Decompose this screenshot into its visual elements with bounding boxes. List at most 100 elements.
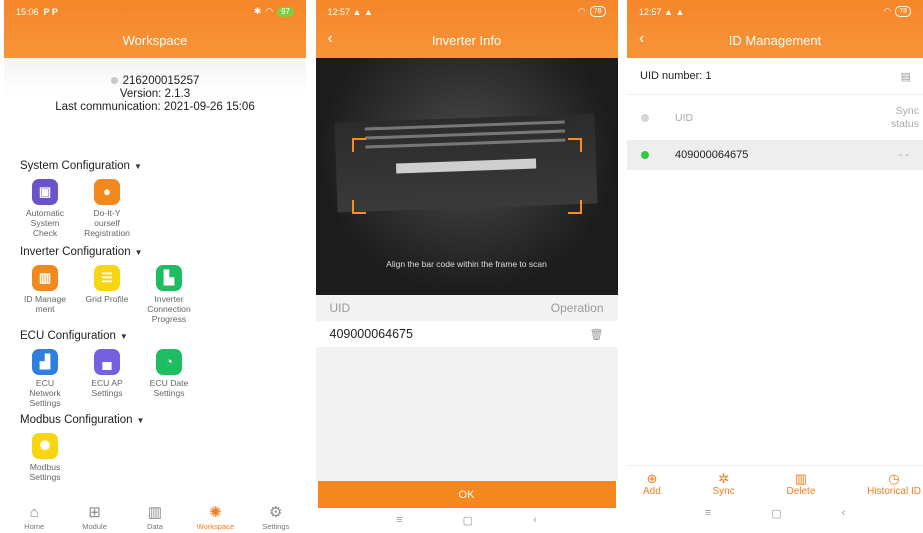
uid-list-header: UID Sync status bbox=[627, 95, 923, 140]
table-row: 409000064675 🗑 bbox=[315, 321, 618, 347]
sync-network-icon: ✲ bbox=[718, 470, 730, 486]
page-title: ‹ Inverter Info bbox=[316, 23, 618, 58]
nav-label: Home bbox=[24, 522, 45, 531]
tile-ecu-date-settings[interactable]: ◔ ECU Date Settings bbox=[141, 349, 197, 408]
section-title-text: ECU Configuration bbox=[20, 330, 116, 342]
trash-icon: ▥ bbox=[794, 470, 808, 486]
battery-icon: 97 bbox=[277, 6, 294, 17]
tile-label: Settings bbox=[29, 472, 61, 482]
home-square-icon[interactable]: ▢ bbox=[771, 507, 781, 520]
status-bar: 12:57 ▲ ▲ ◠ 78 bbox=[316, 0, 618, 23]
tile-label: Modbus bbox=[29, 462, 61, 472]
page-title-text: Inverter Info bbox=[431, 33, 502, 48]
historical-id-button[interactable]: ◷ Historical ID bbox=[867, 471, 921, 497]
add-button[interactable]: ⊕ Add bbox=[643, 471, 661, 497]
ecu-config-tiles: ▟ ECU Network Settings ▄ ECU AP Settings… bbox=[4, 349, 306, 408]
tile-label: Grid Profile bbox=[85, 294, 129, 304]
select-all-icon[interactable] bbox=[641, 113, 649, 122]
scan-frame-corner bbox=[351, 138, 366, 152]
section-title-text: System Configuration bbox=[20, 160, 130, 172]
uid-count: UID number: 1 bbox=[640, 70, 712, 82]
column-sync-line: Sync bbox=[895, 104, 919, 117]
barcode-scanner-view[interactable]: Align the bar code within the frame to s… bbox=[315, 58, 618, 295]
back-chevron-icon[interactable]: ‹ bbox=[533, 514, 537, 526]
section-system-configuration[interactable]: System Configuration ▼ bbox=[4, 158, 306, 174]
nameplate-photo bbox=[334, 113, 597, 213]
home-square-icon[interactable]: ▢ bbox=[463, 514, 473, 527]
home-icon: ⌂ bbox=[29, 504, 39, 521]
bottom-navigation: ⌂ Home ⊞ Module ▥ Data ✺ Workspace ⚙ Settings bbox=[4, 499, 306, 533]
sync-status-value: - - bbox=[898, 149, 909, 161]
idm-topbar: 12:57 ▲ ▲ ◠ 78 ‹ ID Management bbox=[627, 0, 923, 58]
table-row[interactable]: 409000064675 - - bbox=[627, 140, 923, 170]
system-navigation: ≡ ▢ ‹ bbox=[316, 508, 618, 532]
ok-button[interactable]: OK bbox=[317, 481, 616, 508]
sliders-icon: ☰ bbox=[94, 265, 120, 291]
tile-ecu-ap-settings[interactable]: ▄ ECU AP Settings bbox=[79, 349, 135, 408]
tile-label: System bbox=[30, 218, 60, 228]
tile-label: Progress bbox=[151, 314, 187, 324]
scan-frame-corner bbox=[351, 200, 366, 214]
menu-icon[interactable]: ≡ bbox=[396, 514, 402, 526]
inverter-info-screen: 12:57 ▲ ▲ ◠ 78 ‹ Inverter Info Align the … bbox=[315, 0, 618, 533]
status-right: ✱ ◠ 97 bbox=[254, 6, 294, 17]
sync-button[interactable]: ✲ Sync bbox=[713, 471, 735, 497]
screenshot-stage: 15:06 P P ✱ ◠ 97 Workspace 216200015257 Ve… bbox=[0, 0, 923, 533]
battery-icon: 78 bbox=[895, 6, 911, 17]
workspace-topbar: 15:06 P P ✱ ◠ 97 Workspace bbox=[4, 0, 306, 58]
section-modbus-configuration[interactable]: Modbus Configuration ▼ bbox=[4, 412, 306, 428]
last-communication: Last communication: 2021-09-26 15:06 bbox=[55, 101, 255, 113]
nav-home[interactable]: ⌂ Home bbox=[5, 504, 63, 531]
column-uid: UID bbox=[329, 301, 351, 315]
tile-label: Settings bbox=[29, 398, 61, 408]
section-inverter-configuration[interactable]: Inverter Configuration ▼ bbox=[4, 244, 306, 260]
list-view-icon[interactable]: ▤ bbox=[901, 70, 911, 83]
scan-hint: Align the bar code within the frame to s… bbox=[386, 259, 547, 269]
tile-label: Automatic bbox=[25, 208, 65, 218]
status-right: ◠ 78 bbox=[578, 6, 606, 17]
nav-data[interactable]: ▥ Data bbox=[126, 504, 184, 531]
tile-label: Check bbox=[32, 228, 58, 238]
status-dot-icon bbox=[641, 151, 649, 160]
trash-icon[interactable]: 🗑 bbox=[590, 328, 604, 341]
tile-inverter-connection-progress[interactable]: ▙ Inverter Connection Progress bbox=[141, 265, 197, 324]
router-icon: ▄ bbox=[94, 349, 120, 375]
back-chevron-icon[interactable]: ‹ bbox=[842, 507, 846, 519]
barcode-strip bbox=[395, 158, 536, 174]
tile-label: Connection bbox=[147, 304, 191, 314]
tile-id-management[interactable]: ▥ ID Manage ment bbox=[17, 265, 73, 324]
tile-label: ECU AP bbox=[91, 378, 123, 388]
plus-circle-icon: ⊕ bbox=[646, 470, 658, 486]
tile-modbus-settings[interactable]: ✺ Modbus Settings bbox=[17, 433, 73, 482]
bluetooth-icon: ✱ bbox=[253, 6, 262, 16]
status-time: 15:06 bbox=[16, 6, 39, 17]
status-time: 12:57 bbox=[327, 6, 351, 17]
tile-label: Settings bbox=[153, 388, 185, 398]
tile-grid-profile[interactable]: ☰ Grid Profile bbox=[79, 265, 135, 324]
workspace-icon: ✺ bbox=[209, 504, 222, 521]
modbus-icon: ✺ bbox=[32, 433, 58, 459]
caret-down-icon: ▼ bbox=[119, 332, 128, 341]
page-title-text: ID Management bbox=[728, 33, 822, 48]
back-arrow-icon[interactable]: ‹ bbox=[639, 30, 644, 48]
back-arrow-icon[interactable]: ‹ bbox=[328, 30, 333, 48]
nav-workspace[interactable]: ✺ Workspace bbox=[186, 504, 244, 531]
tile-automatic-system-check[interactable]: ▣ Automatic System Check bbox=[17, 179, 73, 238]
caret-down-icon: ▼ bbox=[136, 416, 145, 425]
section-ecu-configuration[interactable]: ECU Configuration ▼ bbox=[4, 328, 306, 344]
nav-module[interactable]: ⊞ Module bbox=[66, 504, 124, 531]
nav-settings[interactable]: ⚙ Settings bbox=[247, 504, 305, 531]
nav-label: Settings bbox=[262, 522, 290, 531]
workspace-screen: 15:06 P P ✱ ◠ 97 Workspace 216200015257 Ve… bbox=[4, 0, 306, 533]
tile-diy-registration[interactable]: ● Do-It-Y ourself Registration bbox=[79, 179, 135, 238]
menu-icon[interactable]: ≡ bbox=[705, 507, 711, 519]
nav-label: Workspace bbox=[196, 522, 235, 531]
scan-frame-corner bbox=[567, 138, 582, 152]
clock-icon: ◷ bbox=[888, 470, 900, 486]
notification-icons: P P bbox=[43, 6, 58, 17]
device-id: 216200015257 bbox=[122, 75, 200, 87]
delete-button[interactable]: ▥ Delete bbox=[786, 471, 815, 497]
device-version: Version: 2.1.3 bbox=[119, 88, 191, 100]
tile-ecu-network-settings[interactable]: ▟ ECU Network Settings bbox=[17, 349, 73, 408]
wifi-icon: ◠ bbox=[883, 6, 892, 16]
